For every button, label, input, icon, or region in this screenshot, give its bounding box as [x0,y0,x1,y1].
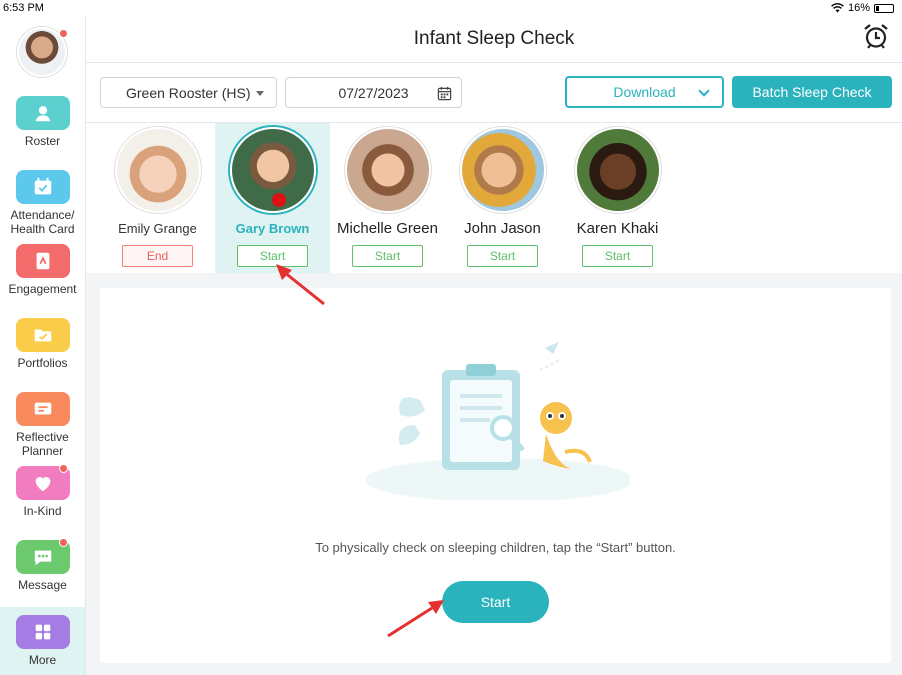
avatar-notification-dot [59,29,68,38]
page-header: Infant Sleep Check [86,16,902,63]
page-title: Infant Sleep Check [413,28,575,49]
date-field[interactable]: 07/27/2023 [285,77,462,108]
calendar-icon [437,86,452,101]
sidebar-item-more[interactable]: More [0,607,85,675]
status-bar: 6:53 PM 16% [0,0,902,16]
alarm-clock-icon[interactable] [862,22,890,50]
end-button[interactable]: End [122,245,193,267]
sidebar-item-portfolios[interactable]: Portfolios [0,318,85,370]
battery-icon [874,3,894,13]
classroom-value: Green Rooster (HS) [126,84,251,101]
sleep-check-illustration [365,342,630,500]
children-list: Emily Grange End Gary Brown Start Michel… [86,123,902,273]
sidebar-label: Portfolios [17,356,68,370]
sidebar-label: In-Kind [23,504,62,518]
planner-icon [15,392,70,426]
sidebar-item-engagement[interactable]: Engagement [0,244,85,296]
child-card[interactable]: Michelle Green Start [330,123,445,273]
child-photo [574,127,661,213]
caret-down-icon [256,91,264,96]
start-button[interactable]: Start [237,245,308,267]
start-sleep-check-button[interactable]: Start [442,581,549,623]
message-notification-dot [59,538,68,547]
sidebar-label: Reflective Planner [16,430,69,458]
in-kind-notification-dot [59,464,68,473]
child-name: Gary Brown [235,221,310,236]
sidebar-item-attendance[interactable]: Attendance/ Health Card [0,170,85,236]
child-name: Michelle Green [337,220,438,237]
instruction-text: To physically check on sleeping children… [315,540,676,555]
sidebar-label: Engagement [8,282,77,296]
sidebar: Roster Attendance/ Health Card Engagemen… [0,16,86,675]
sidebar-item-roster[interactable]: Roster [0,96,85,148]
engagement-icon [15,244,70,278]
batch-sleep-check-button[interactable]: Batch Sleep Check [732,76,892,108]
calendar-check-icon [15,170,70,204]
child-card[interactable]: John Jason Start [445,123,560,273]
status-time: 6:53 PM [3,2,44,14]
child-card[interactable]: Karen Khaki Start [560,123,675,273]
child-photo [344,127,431,213]
child-name: Karen Khaki [576,220,659,237]
download-label: Download [613,84,676,100]
start-button[interactable]: Start [582,245,653,267]
child-card[interactable]: Emily Grange End [100,123,215,273]
child-name: Emily Grange [118,221,197,236]
sidebar-item-reflective-planner[interactable]: Reflective Planner [0,392,85,458]
sidebar-label: Message [18,578,67,592]
wifi-icon [831,3,844,13]
sidebar-label: More [28,653,57,667]
classroom-select[interactable]: Green Rooster (HS) [100,77,277,108]
battery-percent: 16% [847,2,870,14]
child-photo [459,127,546,213]
start-button[interactable]: Start [467,245,538,267]
roster-icon [15,96,70,130]
sidebar-item-in-kind[interactable]: In-Kind [0,466,85,518]
portfolio-icon [15,318,70,352]
download-dropdown[interactable]: Download [565,76,724,108]
start-button[interactable]: Start [352,245,423,267]
child-photo [229,127,316,213]
child-name: John Jason [464,220,541,237]
date-value: 07/27/2023 [338,84,409,101]
sidebar-label: Attendance/ Health Card [10,208,75,236]
child-photo [114,127,201,213]
filter-toolbar: Green Rooster (HS) 07/27/2023 Download B… [86,63,902,123]
chevron-down-icon [698,85,710,97]
sidebar-label: Roster [24,134,61,148]
more-grid-icon [15,615,70,649]
sidebar-item-message[interactable]: Message [0,540,85,592]
child-card[interactable]: Gary Brown Start [215,123,330,273]
